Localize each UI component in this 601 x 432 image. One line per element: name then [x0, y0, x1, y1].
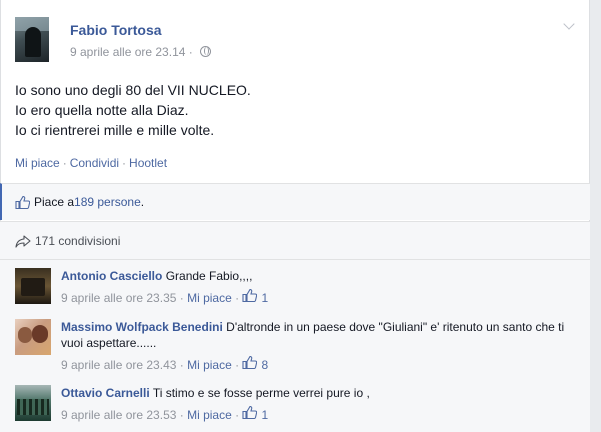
thumbs-up-icon	[242, 289, 258, 302]
post-meta: 9 aprile alle ore 23.14 ·	[70, 45, 212, 59]
shares-summary[interactable]: 171 condivisioni	[15, 234, 120, 248]
comment-like-link[interactable]: Mi piace	[187, 408, 232, 422]
post-text: Io sono uno degli 80 del VII NUCLEO. Io …	[15, 80, 251, 140]
chevron-down-icon[interactable]	[564, 20, 574, 30]
commenter-name[interactable]: Antonio Casciello	[61, 269, 162, 283]
comment-like-link[interactable]: Mi piace	[187, 358, 232, 372]
comment-body: Antonio Casciello Grande Fabio,,,, 9 apr…	[61, 268, 581, 306]
comment-body: Massimo Wolfpack Benedini D'altronde in …	[61, 319, 581, 373]
shares-count[interactable]: 171 condivisioni	[35, 234, 120, 248]
comment-like-link[interactable]: Mi piace	[187, 291, 232, 305]
comment-meta: 9 aprile alle ore 23.35 · Mi piace · 1	[61, 289, 269, 305]
thumbs-up-icon	[15, 195, 30, 209]
meta-separator: ·	[188, 45, 193, 59]
comment-meta: 9 aprile alle ore 23.43 · Mi piace · 8	[61, 356, 269, 372]
post-actions: Mi piace · Condividi · Hootlet	[15, 156, 167, 170]
like-link[interactable]: Mi piace	[15, 156, 60, 170]
thumbs-up-icon	[242, 406, 258, 419]
commenter-name[interactable]: Ottavio Carnelli	[61, 386, 150, 400]
share-arrow-icon	[15, 234, 31, 248]
likes-prefix: Piace a	[34, 195, 75, 209]
comment-timestamp[interactable]: 9 aprile alle ore 23.53	[61, 408, 176, 422]
post-line: Io sono uno degli 80 del VII NUCLEO.	[15, 82, 251, 98]
comment-text: Grande Fabio,,,,	[165, 269, 253, 283]
commenter-avatar[interactable]	[15, 268, 51, 304]
likes-summary: Piace a 189 persone.	[15, 195, 144, 209]
comment-like-count[interactable]: 8	[261, 358, 268, 372]
thumbs-up-icon	[242, 356, 258, 369]
post-author-name[interactable]: Fabio Tortosa	[70, 22, 162, 38]
comment-timestamp[interactable]: 9 aprile alle ore 23.35	[61, 291, 176, 305]
likes-count[interactable]: 189 persone	[74, 195, 141, 209]
action-separator: ·	[122, 156, 127, 170]
share-link[interactable]: Condividi	[70, 156, 119, 170]
commenter-avatar[interactable]	[15, 319, 51, 355]
commenter-name[interactable]: Massimo Wolfpack Benedini	[61, 320, 223, 334]
comment-timestamp[interactable]: 9 aprile alle ore 23.43	[61, 358, 176, 372]
comment-meta: 9 aprile alle ore 23.53 · Mi piace · 1	[61, 406, 269, 422]
comment-like-count[interactable]: 1	[261, 408, 268, 422]
author-avatar[interactable]	[15, 17, 49, 62]
hootlet-link[interactable]: Hootlet	[129, 156, 167, 170]
page-background	[590, 0, 601, 432]
comment-like-count[interactable]: 1	[261, 291, 268, 305]
comment-text: Ti stimo e se fosse perme verrei pure io…	[152, 386, 370, 400]
post-timestamp[interactable]: 9 aprile alle ore 23.14	[70, 45, 185, 59]
comment-body: Ottavio Carnelli Ti stimo e se fosse per…	[61, 385, 581, 423]
post-line: Io ci rientrerei mille e mille volte.	[15, 122, 215, 138]
action-separator: ·	[62, 156, 67, 170]
commenter-avatar[interactable]	[15, 385, 51, 421]
likes-suffix: .	[140, 195, 145, 209]
globe-icon[interactable]	[200, 46, 212, 57]
post-line: Io ero quella notte alla Diaz.	[15, 102, 189, 118]
